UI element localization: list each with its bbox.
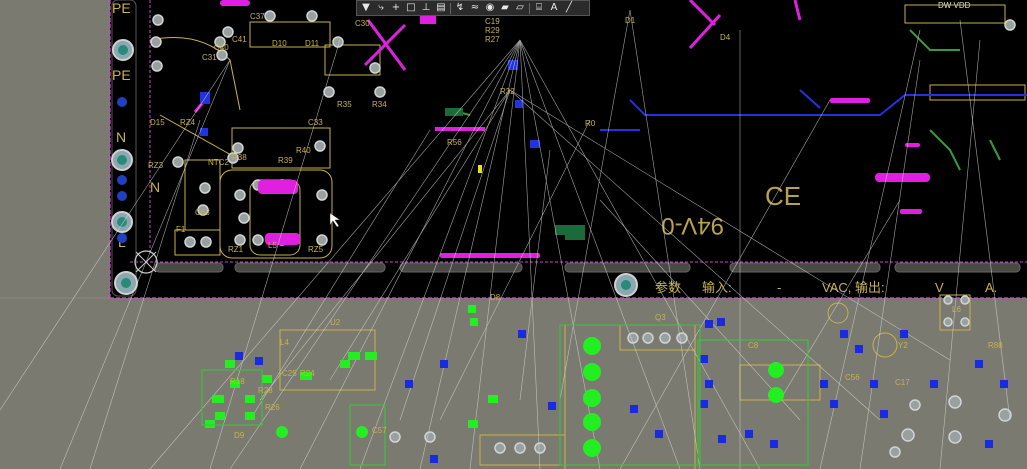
svg-text:RZ1: RZ1 (228, 245, 244, 254)
line-icon[interactable]: ╱ (563, 2, 575, 14)
svg-text:RZ4: RZ4 (180, 118, 196, 127)
svg-text:U2: U2 (330, 318, 341, 327)
filter-icon[interactable]: ▼ (360, 2, 372, 14)
svg-text:D9: D9 (234, 431, 245, 440)
svg-text:L6: L6 (952, 305, 961, 314)
svg-text:R8: R8 (628, 278, 639, 287)
polygon-icon[interactable]: ▱ (514, 2, 526, 14)
toolbar-separator (450, 2, 451, 14)
svg-text:R32: R32 (500, 87, 515, 96)
svg-text:R35: R35 (337, 100, 352, 109)
via-icon[interactable]: ◉ (484, 2, 496, 14)
pcb-canvas[interactable]: PE PE N N L CE 94V-0 参数 输入: - VAC, 输出: V… (0, 0, 1027, 469)
dash-label: - (777, 280, 781, 295)
svg-text:R18: R18 (230, 377, 245, 386)
svg-text:R88: R88 (988, 341, 1003, 350)
svg-text:F1: F1 (176, 225, 186, 234)
svg-text:R56: R56 (447, 138, 462, 147)
svg-text:C41: C41 (232, 35, 247, 44)
green-smd-pads (205, 305, 784, 457)
svg-text:R27: R27 (485, 35, 500, 44)
toolbar-separator (529, 2, 530, 14)
edge-label-pe2: PE (112, 67, 131, 83)
fill-icon[interactable]: ▰ (499, 2, 511, 14)
svg-text:D8: D8 (490, 293, 501, 302)
svg-text:C68: C68 (195, 208, 210, 217)
svg-text:C30: C30 (355, 19, 370, 28)
add-icon[interactable]: + (390, 2, 402, 14)
svg-text:D11: D11 (305, 39, 320, 48)
94v0-mark: 94V-0 (661, 212, 724, 239)
active-bar-toolbar: ▼ ⤷ + □ ⊥ ▤ ↯ ≈ ◉ ▰ ▱ ⌸ A ╱ (356, 0, 590, 16)
board-outline (110, 0, 1027, 298)
interactive-route-icon[interactable]: ↯ (454, 2, 466, 14)
svg-text:Q3: Q3 (655, 313, 666, 322)
svg-text:C31: C31 (202, 53, 217, 62)
svg-text:L5: L5 (268, 241, 277, 250)
edge-label-n2: N (150, 179, 160, 195)
rect-select-icon[interactable]: □ (405, 2, 417, 14)
edge-label-pe1: PE (112, 0, 131, 16)
svg-text:C56: C56 (845, 373, 860, 382)
svg-text:D4: D4 (720, 33, 731, 42)
svg-text:C8: C8 (748, 341, 759, 350)
svg-text:D15: D15 (150, 118, 165, 127)
svg-text:C40: C40 (214, 43, 229, 52)
svg-text:R0: R0 (585, 119, 596, 128)
svg-text:C37: C37 (250, 12, 265, 21)
svg-text:RZ5: RZ5 (308, 245, 324, 254)
route-icon[interactable]: ⤷ (375, 2, 387, 14)
pcb-drawing[interactable]: PE PE N N L CE 94V-0 参数 输入: - VAC, 输出: V… (0, 0, 1027, 469)
text-icon[interactable]: A (548, 2, 560, 14)
edge-label-n1: N (116, 129, 126, 145)
svg-text:R39: R39 (278, 156, 293, 165)
svg-text:L4: L4 (280, 338, 289, 347)
svg-text:R40: R40 (296, 146, 311, 155)
dimension-icon[interactable]: ⌸ (533, 2, 545, 14)
svg-text:C19: C19 (485, 17, 500, 26)
component-icon[interactable]: ⊥ (420, 2, 432, 14)
svg-text:R26: R26 (265, 403, 280, 412)
align-icon[interactable]: ▤ (435, 2, 447, 14)
svg-text:R38: R38 (232, 153, 247, 162)
lower-green-outlines (201, 324, 809, 466)
param-label: 参数 (655, 280, 681, 295)
ce-mark: CE (765, 181, 801, 211)
svg-text:C25: C25 (282, 369, 297, 378)
svg-text:R34: R34 (372, 100, 387, 109)
svg-text:Y2: Y2 (898, 341, 908, 350)
svg-text:NTC2: NTC2 (208, 158, 229, 167)
v-label: V (935, 280, 944, 295)
svg-text:C57: C57 (372, 426, 387, 435)
svg-text:C33: C33 (308, 118, 323, 127)
svg-text:C17: C17 (895, 378, 910, 387)
differential-route-icon[interactable]: ≈ (469, 2, 481, 14)
svg-text:RZ3: RZ3 (148, 161, 164, 170)
svg-text:D10: D10 (272, 39, 287, 48)
a-label: A. (985, 280, 997, 295)
svg-text:R28: R28 (258, 386, 273, 395)
svg-text:R24: R24 (300, 369, 315, 378)
input-label: 输入: (702, 280, 732, 295)
svg-text:D1: D1 (625, 16, 636, 25)
svg-text:R29: R29 (485, 26, 500, 35)
